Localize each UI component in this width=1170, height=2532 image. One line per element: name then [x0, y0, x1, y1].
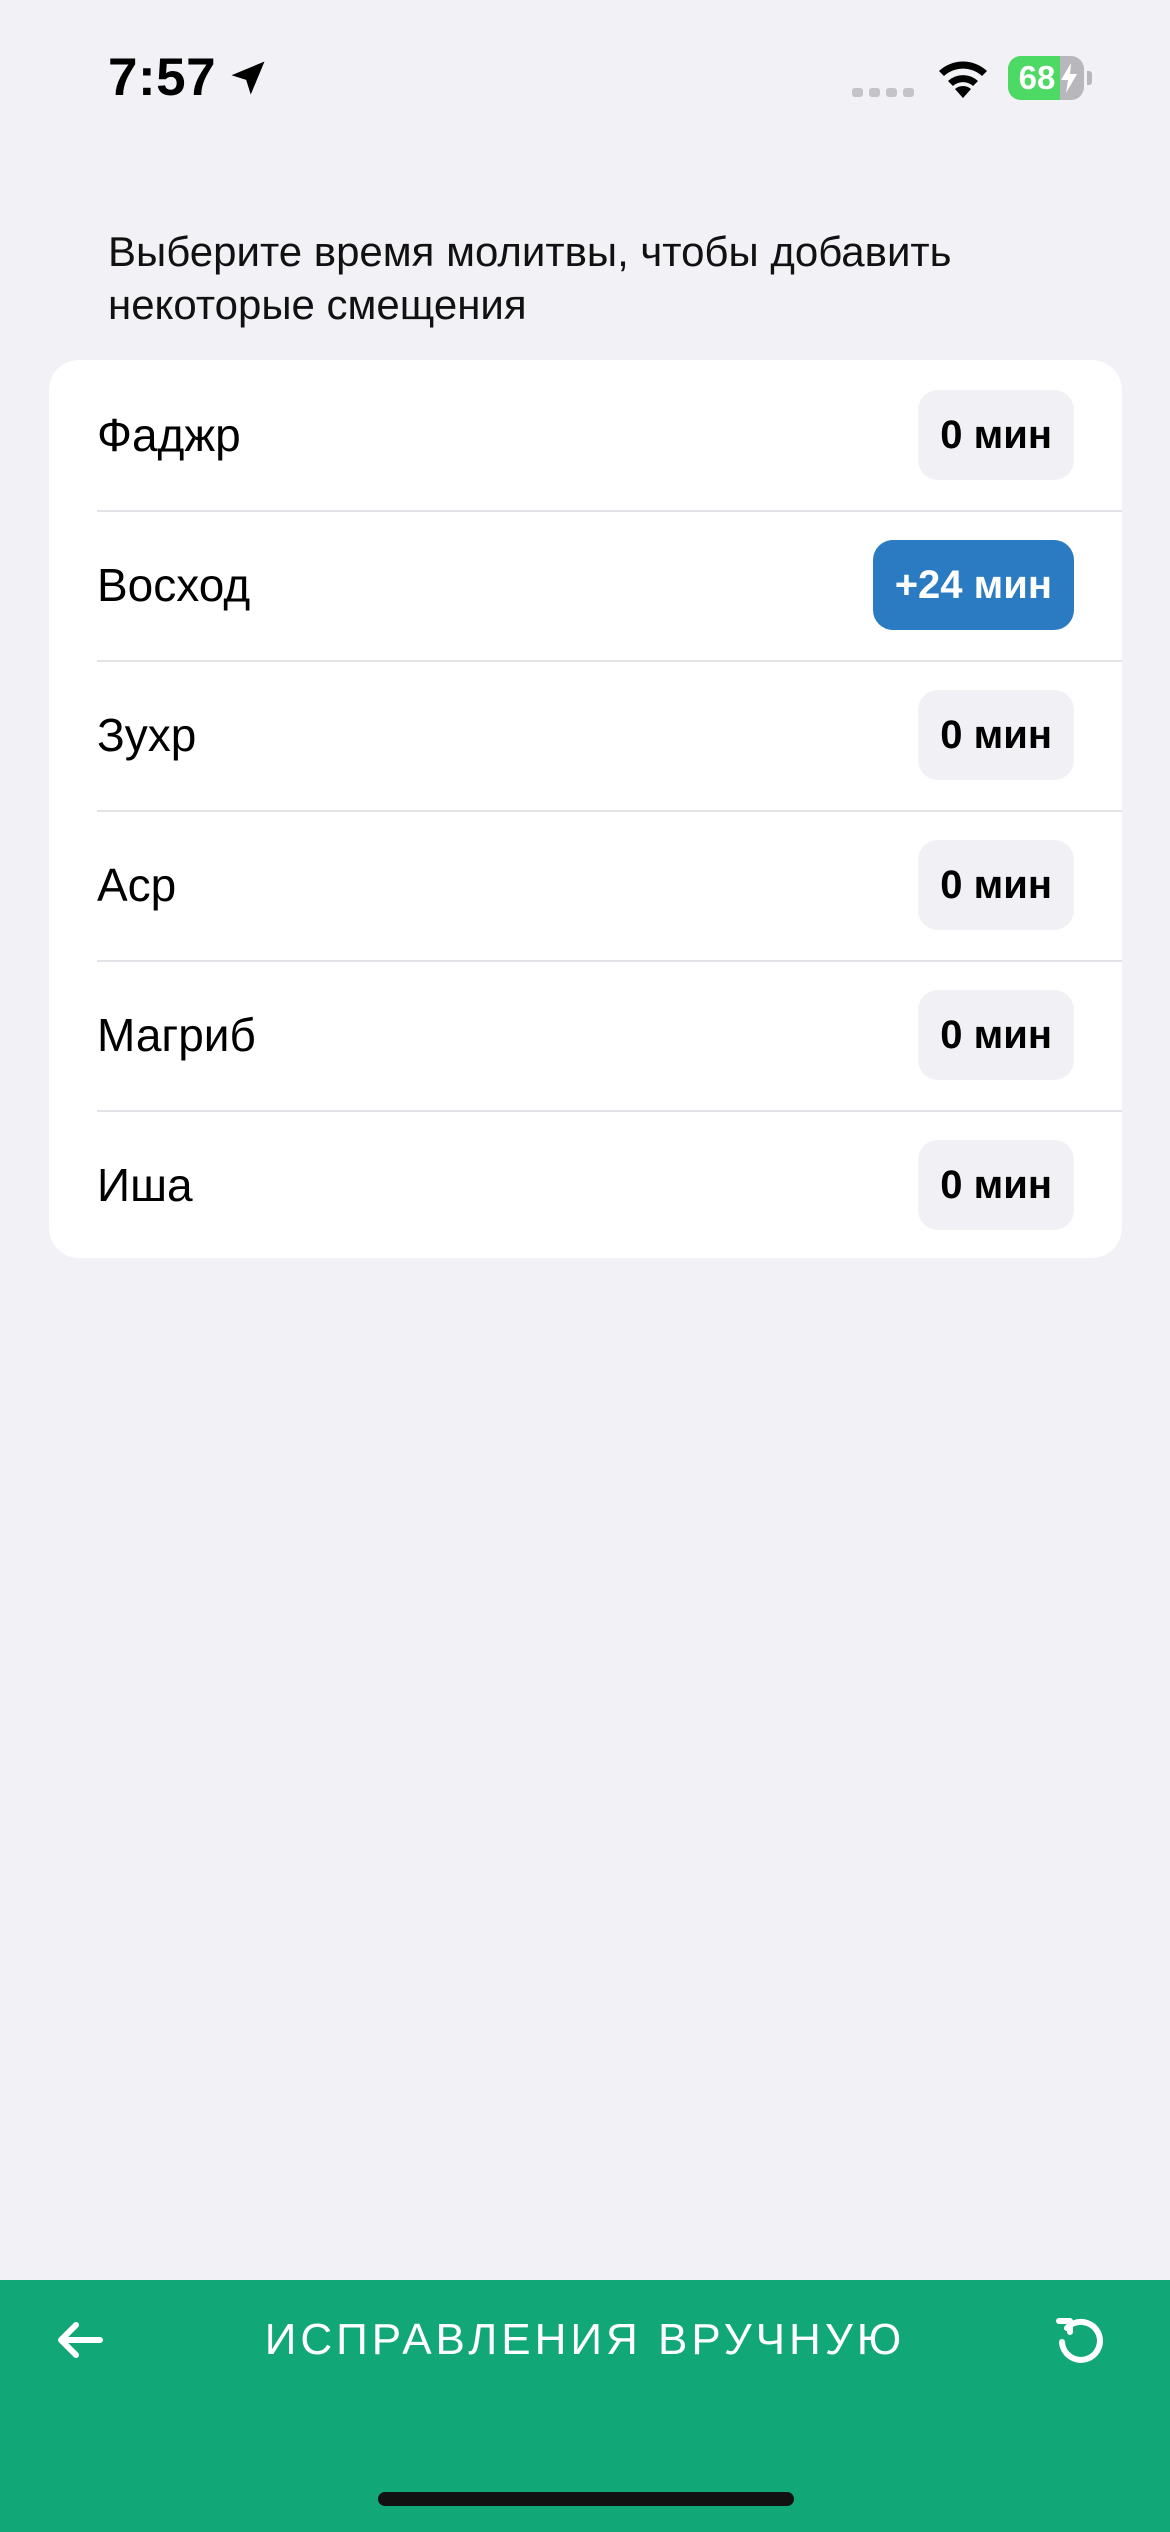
offset-button[interactable]: 0 мин: [918, 390, 1074, 480]
home-indicator: [378, 2492, 794, 2506]
status-bar: 7:57 68: [0, 0, 1170, 150]
location-arrow-icon: [231, 61, 265, 95]
offset-button[interactable]: +24 мин: [872, 540, 1074, 630]
prayer-name: Фаджр: [97, 409, 241, 461]
offset-button[interactable]: 0 мин: [918, 840, 1074, 930]
battery-icon: 68: [1008, 56, 1092, 100]
prayer-row[interactable]: Аср 0 мин: [49, 810, 1122, 960]
battery-body: 68: [1008, 56, 1084, 100]
status-time: 7:57: [108, 48, 217, 107]
prayer-name: Восход: [97, 559, 251, 611]
prayer-offsets-list: Фаджр 0 мин Восход +24 мин Зухр 0 мин Аср 0 мин…: [49, 360, 1122, 1258]
reset-icon[interactable]: [1050, 2310, 1110, 2370]
screen-title: ИСПРАВЛЕНИЯ ВРУЧНУЮ: [264, 2315, 906, 2364]
prayer-row[interactable]: Фаджр 0 мин: [49, 360, 1122, 510]
prayer-row[interactable]: Магриб 0 мин: [49, 960, 1122, 1110]
prayer-row[interactable]: Восход +24 мин: [49, 510, 1122, 660]
offset-button[interactable]: 0 мин: [918, 690, 1074, 780]
wifi-icon: [939, 61, 987, 98]
offset-button[interactable]: 0 мин: [918, 1140, 1074, 1230]
prayer-row[interactable]: Иша 0 мин: [49, 1110, 1122, 1258]
battery-level: 68: [1018, 59, 1056, 96]
arrow-left-icon[interactable]: [50, 2310, 110, 2370]
prayer-name: Магриб: [97, 1009, 256, 1061]
prayer-row[interactable]: Зухр 0 мин: [49, 660, 1122, 810]
prayer-name: Иша: [97, 1159, 193, 1211]
battery-tip: [1087, 71, 1092, 85]
prayer-name: Зухр: [97, 709, 197, 761]
prayer-name: Аср: [97, 859, 177, 911]
offset-button[interactable]: 0 мин: [918, 990, 1074, 1080]
instruction-text: Выберите время молитвы, чтобы добавить н…: [108, 228, 952, 328]
charging-bolt-icon: [1061, 63, 1077, 93]
signal-dots-icon: [852, 88, 914, 97]
